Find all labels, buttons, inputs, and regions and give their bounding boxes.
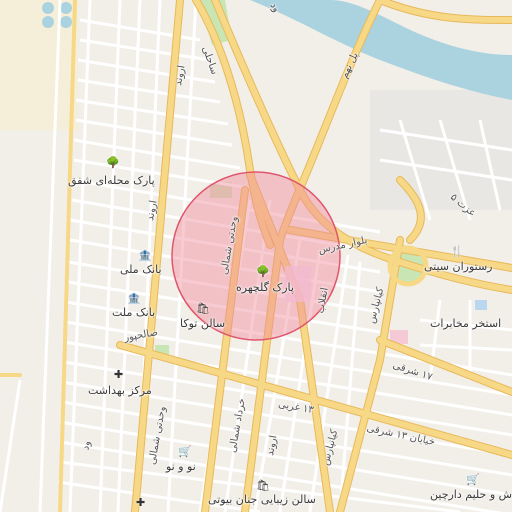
poi-label[interactable]: ش و حلیم دارچین xyxy=(430,488,512,501)
poi-label[interactable]: پارک گلچهره xyxy=(236,281,294,294)
tree-icon[interactable]: 🌳 xyxy=(106,157,120,168)
poi-label[interactable]: رستوران سیتی xyxy=(424,260,493,273)
bank-icon[interactable]: 🏦 xyxy=(138,250,152,261)
cross-icon[interactable]: ✚ xyxy=(136,497,145,508)
restaurant-icon[interactable]: 🍴 xyxy=(450,246,464,257)
poi-label[interactable]: پارک محله‌ای شفق xyxy=(68,174,155,187)
cross-icon[interactable]: ✚ xyxy=(114,369,123,380)
shop-icon[interactable]: 🛒 xyxy=(466,474,480,485)
poi-label[interactable]: نو و نو xyxy=(166,460,196,473)
shop-icon[interactable]: 🛒 xyxy=(178,446,192,457)
bag-icon[interactable]: 🛍 xyxy=(196,303,210,314)
street-label: ود xyxy=(80,439,93,452)
poi-label[interactable]: استخر مخابرات xyxy=(430,317,501,330)
bank-icon[interactable]: 🏦 xyxy=(127,293,141,304)
bag-icon[interactable]: 🛍 xyxy=(256,480,270,491)
poi-label[interactable]: سالن زیبایی جنان بیوتی xyxy=(208,493,316,506)
poi-label[interactable]: سالن توکا xyxy=(180,317,225,330)
poi-label[interactable]: بانک ملت xyxy=(112,306,155,319)
map-canvas[interactable]: 🌳 🌳 🏦 🏦 🛍 ✚ 🛒 🛍 ✚ 🍴 🛒 پارک محله‌ای شفق پ… xyxy=(0,0,512,512)
poi-label[interactable]: بانک ملی xyxy=(120,263,162,276)
map-layer xyxy=(0,0,512,512)
tree-icon[interactable]: 🌳 xyxy=(256,266,270,277)
poi-label[interactable]: مرکز بهداشت xyxy=(88,384,152,397)
